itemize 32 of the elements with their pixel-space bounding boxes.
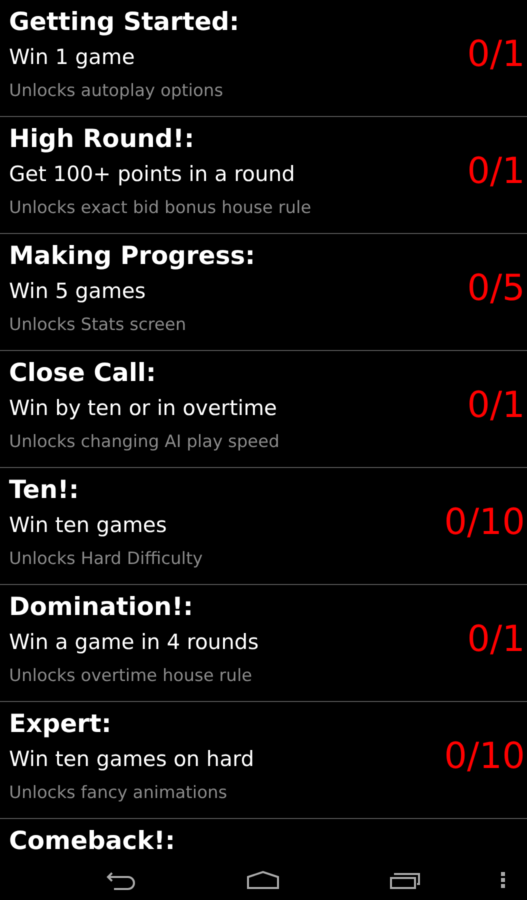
achievement-goal: Win a game in 4 rounds bbox=[9, 629, 260, 656]
menu-icon[interactable] bbox=[501, 872, 505, 888]
recent-apps-icon[interactable] bbox=[390, 871, 420, 889]
progress-count: 0/1 bbox=[467, 35, 525, 75]
achievement-goal: Get 100+ points in a round bbox=[9, 161, 296, 188]
achievement-title: Getting Started: bbox=[9, 6, 240, 38]
progress-count: 0/10 bbox=[444, 737, 525, 777]
achievement-goal: Win ten games on hard bbox=[9, 746, 256, 773]
achievement-title: High Round!: bbox=[9, 123, 196, 155]
home-icon[interactable] bbox=[247, 871, 279, 889]
achievement-title: Making Progress: bbox=[9, 240, 256, 272]
achievement-reward: Unlocks overtime house rule bbox=[9, 665, 254, 688]
achievement-goal: Win 1 game bbox=[9, 44, 136, 71]
achievement-reward: Unlocks changing AI play speed bbox=[9, 431, 280, 454]
achievement-title: Close Call: bbox=[9, 357, 157, 389]
progress-count: 0/1 bbox=[467, 386, 525, 426]
progress-count: 0/5 bbox=[467, 269, 525, 309]
achievement-goal: Win by ten or in overtime bbox=[9, 395, 278, 422]
achievement-reward: Unlocks autoplay options bbox=[9, 80, 224, 103]
achievement-reward: Unlocks Hard Difficulty bbox=[9, 548, 204, 571]
achievement-title: Expert: bbox=[9, 708, 112, 740]
achievement-goal: Win ten games bbox=[9, 512, 168, 539]
achievement-title: Ten!: bbox=[9, 474, 80, 506]
progress-count: 0/10 bbox=[444, 503, 525, 543]
progress-count: 0/1 bbox=[467, 152, 525, 192]
achievement-title: Comeback!: bbox=[9, 825, 176, 857]
achievement-goal: Win 5 games bbox=[9, 278, 147, 305]
achievement-title: Domination!: bbox=[9, 591, 194, 623]
achievement-reward: Unlocks fancy animations bbox=[9, 782, 228, 805]
achievement-reward: Unlocks Stats screen bbox=[9, 314, 188, 337]
progress-count: 0/1 bbox=[467, 620, 525, 660]
achievement-reward: Unlocks exact bid bonus house rule bbox=[9, 197, 312, 220]
